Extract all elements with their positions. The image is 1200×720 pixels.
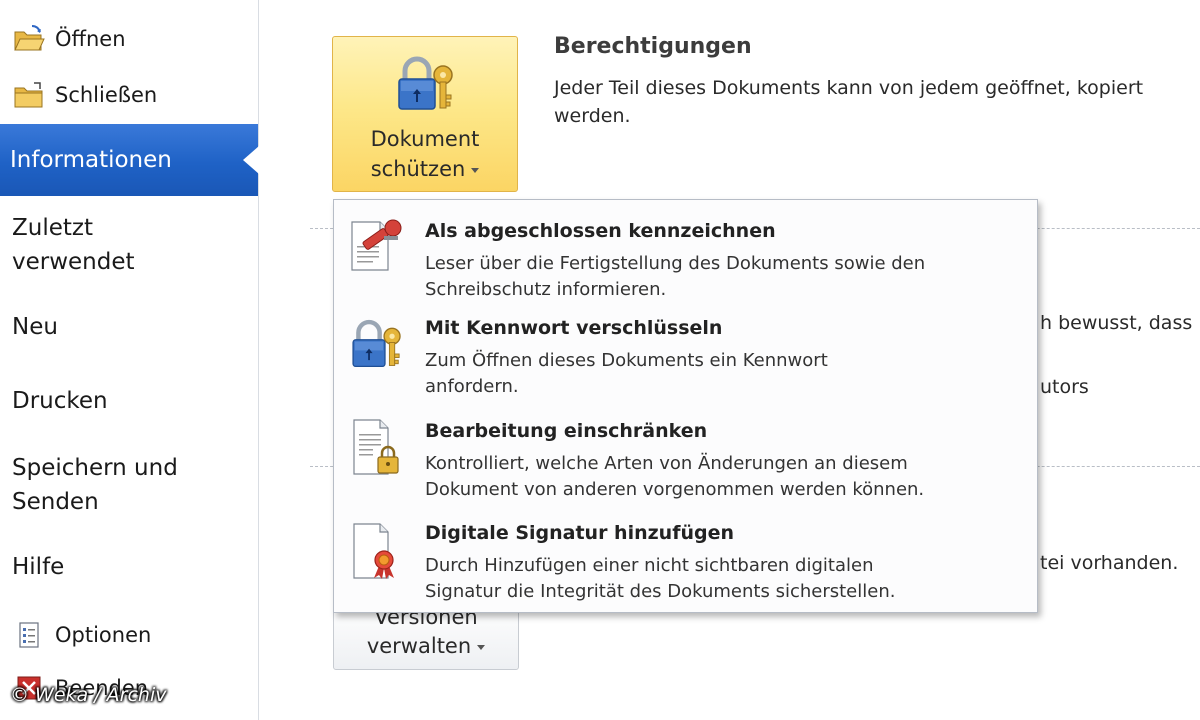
menu-item-restrict-editing[interactable]: Bearbeitung einschränken Kontrolliert, w…	[334, 412, 1037, 512]
sidebar-item-print[interactable]: Drucken	[12, 384, 242, 418]
restrict-editing-icon	[346, 416, 408, 478]
mark-final-icon	[346, 214, 408, 276]
watermark: © Weka / Archiv	[10, 684, 167, 706]
sidebar-item-label: Senden	[12, 489, 99, 515]
sidebar-item-label: Öffnen	[55, 27, 126, 51]
menu-item-encrypt-password[interactable]: Mit Kennwort verschlüsseln Zum Öffnen di…	[334, 309, 1037, 409]
sidebar-item-label: Zuletzt	[12, 215, 93, 241]
sidebar-item-open[interactable]: Öffnen	[12, 24, 126, 54]
menu-item-description: Leser über die Fertigstellung des Dokume…	[425, 253, 926, 274]
protect-button-label-line1: Dokument	[370, 127, 480, 151]
sidebar-item-new[interactable]: Neu	[12, 310, 242, 344]
sidebar-item-label: Optionen	[55, 623, 152, 647]
sidebar-item-label: Informationen	[10, 147, 172, 173]
dropdown-caret-icon	[477, 644, 486, 650]
sidebar-item-recent[interactable]: Zuletzt verwendet	[12, 211, 242, 279]
menu-item-description: Kontrolliert, welche Arten von Änderunge…	[425, 453, 908, 474]
sidebar-item-information[interactable]: Informationen	[0, 124, 259, 196]
menu-item-title: Digitale Signatur hinzufügen	[425, 522, 735, 544]
sidebar-item-label: Drucken	[12, 388, 108, 414]
menu-item-description: Dokument von anderen vorgenommen werden …	[425, 479, 925, 500]
dropdown-caret-icon	[471, 167, 480, 173]
options-icon	[12, 620, 46, 650]
menu-item-title: Mit Kennwort verschlüsseln	[425, 317, 723, 339]
menu-item-digital-signature[interactable]: Digitale Signatur hinzufügen Durch Hinzu…	[334, 514, 1037, 614]
sidebar-item-label: Hilfe	[12, 554, 65, 580]
menu-item-description: Signatur die Integrität des Dokuments si…	[425, 581, 896, 602]
sidebar-item-label: Neu	[12, 314, 58, 340]
digital-signature-icon	[346, 520, 408, 582]
lock-key-icon	[346, 315, 408, 377]
menu-item-description: Durch Hinzufügen einer nicht sichtbaren …	[425, 555, 874, 576]
menu-item-description: Schreibschutz informieren.	[425, 279, 667, 300]
background-text-fragment: h bewusst, dass	[1040, 312, 1193, 334]
menu-item-title: Als abgeschlossen kennzeichnen	[425, 220, 776, 242]
sidebar-item-label: Schließen	[55, 83, 158, 107]
menu-item-description: Zum Öffnen dieses Dokuments ein Kennwort	[425, 350, 828, 371]
versions-button-label-line2: verwalten	[334, 634, 518, 658]
protect-button-label-line2: schützen	[333, 157, 517, 181]
sidebar-item-label: verwendet	[12, 249, 135, 275]
folder-close-icon	[12, 80, 46, 110]
background-text-fragment: tei vorhanden.	[1040, 552, 1179, 574]
sidebar-item-save-send[interactable]: Speichern und Senden	[12, 451, 242, 519]
menu-item-title: Bearbeitung einschränken	[425, 420, 708, 442]
protect-document-menu: Als abgeschlossen kennzeichnen Leser übe…	[333, 199, 1038, 613]
backstage-sidebar: Öffnen Schließen Informationen Zuletzt v…	[0, 0, 259, 720]
sidebar-item-options[interactable]: Optionen	[12, 620, 151, 650]
protect-document-button[interactable]: Dokument schützen	[332, 36, 518, 192]
menu-item-description: anfordern.	[425, 376, 519, 397]
active-indicator-notch	[243, 146, 259, 174]
permissions-description: Jeder Teil dieses Dokuments kann von jed…	[554, 77, 1144, 127]
sidebar-item-close[interactable]: Schließen	[12, 80, 157, 110]
background-text-fragment: utors	[1040, 376, 1089, 398]
folder-open-icon	[12, 24, 46, 54]
sidebar-item-help[interactable]: Hilfe	[12, 550, 242, 584]
menu-item-mark-final[interactable]: Als abgeschlossen kennzeichnen Leser übe…	[334, 206, 1037, 306]
permissions-title: Berechtigungen	[554, 34, 752, 59]
lock-key-icon	[391, 51, 461, 121]
sidebar-item-label: Speichern und	[12, 455, 178, 481]
